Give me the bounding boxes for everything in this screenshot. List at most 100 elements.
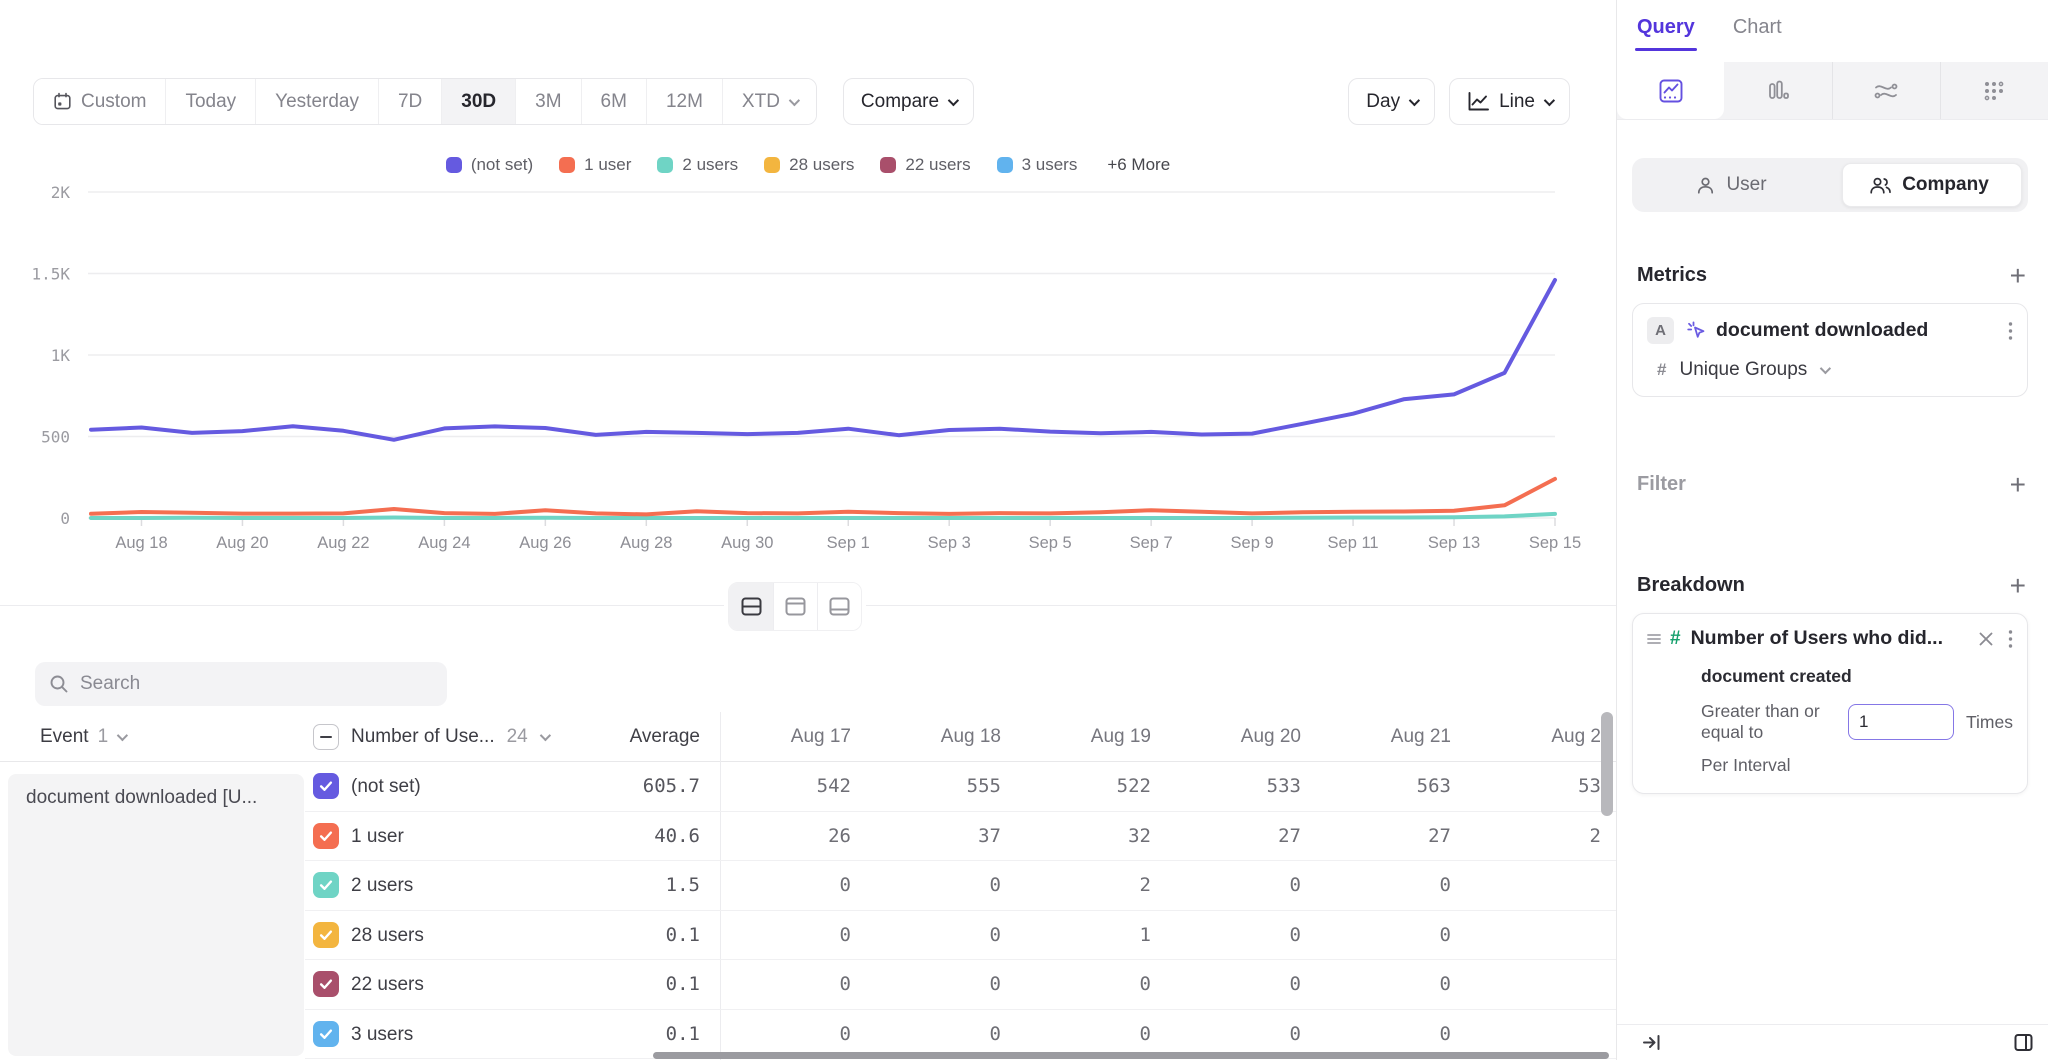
- search-icon: [49, 674, 69, 694]
- svg-text:Aug 28: Aug 28: [620, 534, 672, 552]
- kebab-menu-icon[interactable]: [2008, 629, 2013, 649]
- layout-top-button[interactable]: [773, 583, 817, 630]
- kebab-menu-icon[interactable]: [2008, 321, 2013, 341]
- user-icon: [1695, 175, 1716, 196]
- chevron-down-icon: [117, 730, 128, 741]
- series-value: 27: [1170, 812, 1320, 862]
- chart-type-dropdown[interactable]: Line: [1449, 78, 1570, 125]
- date-column-header[interactable]: Aug 21: [1320, 712, 1470, 762]
- interval-dropdown[interactable]: Day: [1348, 78, 1435, 125]
- series-average: 0.1: [305, 960, 700, 1010]
- panel-toggle-icon[interactable]: [2013, 1032, 2034, 1053]
- date-range-6m[interactable]: 6M: [581, 79, 646, 124]
- svg-text:Sep 13: Sep 13: [1428, 534, 1480, 552]
- date-column-headers: Aug 17Aug 18Aug 19Aug 20Aug 21Aug 2: [720, 712, 1616, 761]
- panel-bottom-bar: [1617, 1024, 2048, 1060]
- chevron-down-icon: [948, 94, 959, 105]
- series-value: 0: [720, 911, 870, 961]
- table-row: (not set)605.754255552253356353: [305, 762, 1616, 812]
- svg-text:Sep 1: Sep 1: [827, 534, 870, 552]
- add-filter-button[interactable]: +: [2010, 475, 2026, 495]
- layout-split-button[interactable]: [729, 583, 773, 630]
- average-column-header[interactable]: Average: [305, 712, 700, 762]
- panel-tabs: Query Chart: [1617, 0, 2048, 62]
- date-range-xtd[interactable]: XTD: [722, 79, 816, 124]
- metrics-section-header: Metrics +: [1637, 264, 2026, 287]
- series-value: 0: [870, 960, 1020, 1010]
- date-range-custom[interactable]: Custom: [34, 79, 165, 124]
- series-average: 0.1: [305, 911, 700, 961]
- chart-type-tabs: [1617, 62, 2048, 120]
- query-panel: Query Chart: [1616, 0, 2048, 1060]
- series-value: 0: [1170, 911, 1320, 961]
- date-range-7d[interactable]: 7D: [378, 79, 441, 124]
- series-value: [1470, 960, 1616, 1010]
- tab-query[interactable]: Query: [1637, 16, 1695, 51]
- event-column-header[interactable]: Event 1: [40, 712, 125, 762]
- date-column-header[interactable]: Aug 19: [1020, 712, 1170, 762]
- date-column-header[interactable]: Aug 2: [1470, 712, 1616, 762]
- toggle-user[interactable]: User: [1632, 158, 1830, 212]
- breakdown-heading: Breakdown: [1637, 574, 1745, 597]
- series-value: 26: [720, 812, 870, 862]
- chart-type-bar-tab[interactable]: [1724, 62, 1831, 119]
- series-value: 0: [870, 911, 1020, 961]
- series-value: 522: [1020, 762, 1170, 812]
- svg-text:Aug 22: Aug 22: [317, 534, 369, 552]
- svg-text:1.5K: 1.5K: [31, 265, 70, 284]
- breakdown-event-name[interactable]: document created: [1701, 666, 2013, 687]
- line-chart[interactable]: 05001K1.5K2KAug 18Aug 20Aug 22Aug 24Aug …: [0, 150, 1616, 570]
- date-column-header[interactable]: Aug 20: [1170, 712, 1320, 762]
- metric-card[interactable]: A document downloaded # Unique Groups: [1632, 303, 2028, 397]
- date-range-3m[interactable]: 3M: [515, 79, 580, 124]
- series-average: 1.5: [305, 861, 700, 911]
- breakdown-property-name[interactable]: Number of Users who did...: [1691, 627, 1978, 650]
- bar-chart-icon: [1765, 78, 1791, 104]
- click-event-icon: [1686, 320, 1707, 341]
- aggregation-label: Unique Groups: [1679, 359, 1807, 381]
- date-column-header[interactable]: Aug 18: [870, 712, 1020, 762]
- date-range-today[interactable]: Today: [165, 79, 255, 124]
- aggregation-row[interactable]: # Unique Groups: [1657, 359, 2013, 381]
- date-range-12m[interactable]: 12M: [646, 79, 722, 124]
- layout-bottom-button[interactable]: [817, 583, 861, 630]
- toggle-company[interactable]: Company: [1830, 158, 2028, 212]
- date-range-yesterday[interactable]: Yesterday: [255, 79, 378, 124]
- condition-value-input[interactable]: [1848, 704, 1954, 740]
- line-chart-icon: [1467, 91, 1490, 112]
- series-value: 533: [1170, 762, 1320, 812]
- condition-label[interactable]: Greater than or equal to: [1701, 701, 1836, 743]
- table-row: 2 users1.500200: [305, 861, 1616, 911]
- dots-grid-icon: [1981, 78, 2007, 104]
- close-icon[interactable]: [1978, 631, 1994, 647]
- svg-text:2K: 2K: [51, 183, 71, 202]
- search-input[interactable]: [80, 673, 433, 695]
- tab-chart[interactable]: Chart: [1733, 16, 1782, 51]
- flow-chart-icon: [1873, 78, 1899, 104]
- horizontal-scrollbar[interactable]: [653, 1052, 1609, 1059]
- compare-button[interactable]: Compare: [843, 78, 974, 125]
- hash-icon: #: [1657, 360, 1666, 380]
- chart-type-scatter-tab[interactable]: [1940, 62, 2048, 119]
- table-header: Event 1 Number of Use... 24 Average Aug …: [0, 712, 1616, 762]
- series-value: 32: [1020, 812, 1170, 862]
- date-range-30d[interactable]: 30D: [441, 79, 515, 124]
- chevron-down-icon: [789, 94, 800, 105]
- event-list-item[interactable]: document downloaded [U...: [8, 774, 304, 1056]
- date-column-header[interactable]: Aug 17: [720, 712, 870, 762]
- chart-type-flow-tab[interactable]: [1832, 62, 1940, 119]
- drag-handle-icon[interactable]: [1647, 633, 1661, 645]
- chart-type-line-tab[interactable]: [1617, 62, 1724, 119]
- metrics-heading: Metrics: [1637, 264, 1707, 287]
- add-metric-button[interactable]: +: [2010, 266, 2026, 286]
- svg-text:Sep 5: Sep 5: [1029, 534, 1072, 552]
- vertical-scrollbar[interactable]: [1601, 712, 1613, 816]
- calendar-icon: [53, 92, 72, 111]
- series-value: 0: [720, 960, 870, 1010]
- search-bar: [35, 662, 447, 706]
- add-breakdown-button[interactable]: +: [2010, 576, 2026, 596]
- svg-text:0: 0: [60, 509, 70, 528]
- collapse-right-icon[interactable]: [1641, 1032, 1662, 1053]
- per-interval-label[interactable]: Per Interval: [1701, 755, 2013, 776]
- svg-text:Aug 26: Aug 26: [519, 534, 571, 552]
